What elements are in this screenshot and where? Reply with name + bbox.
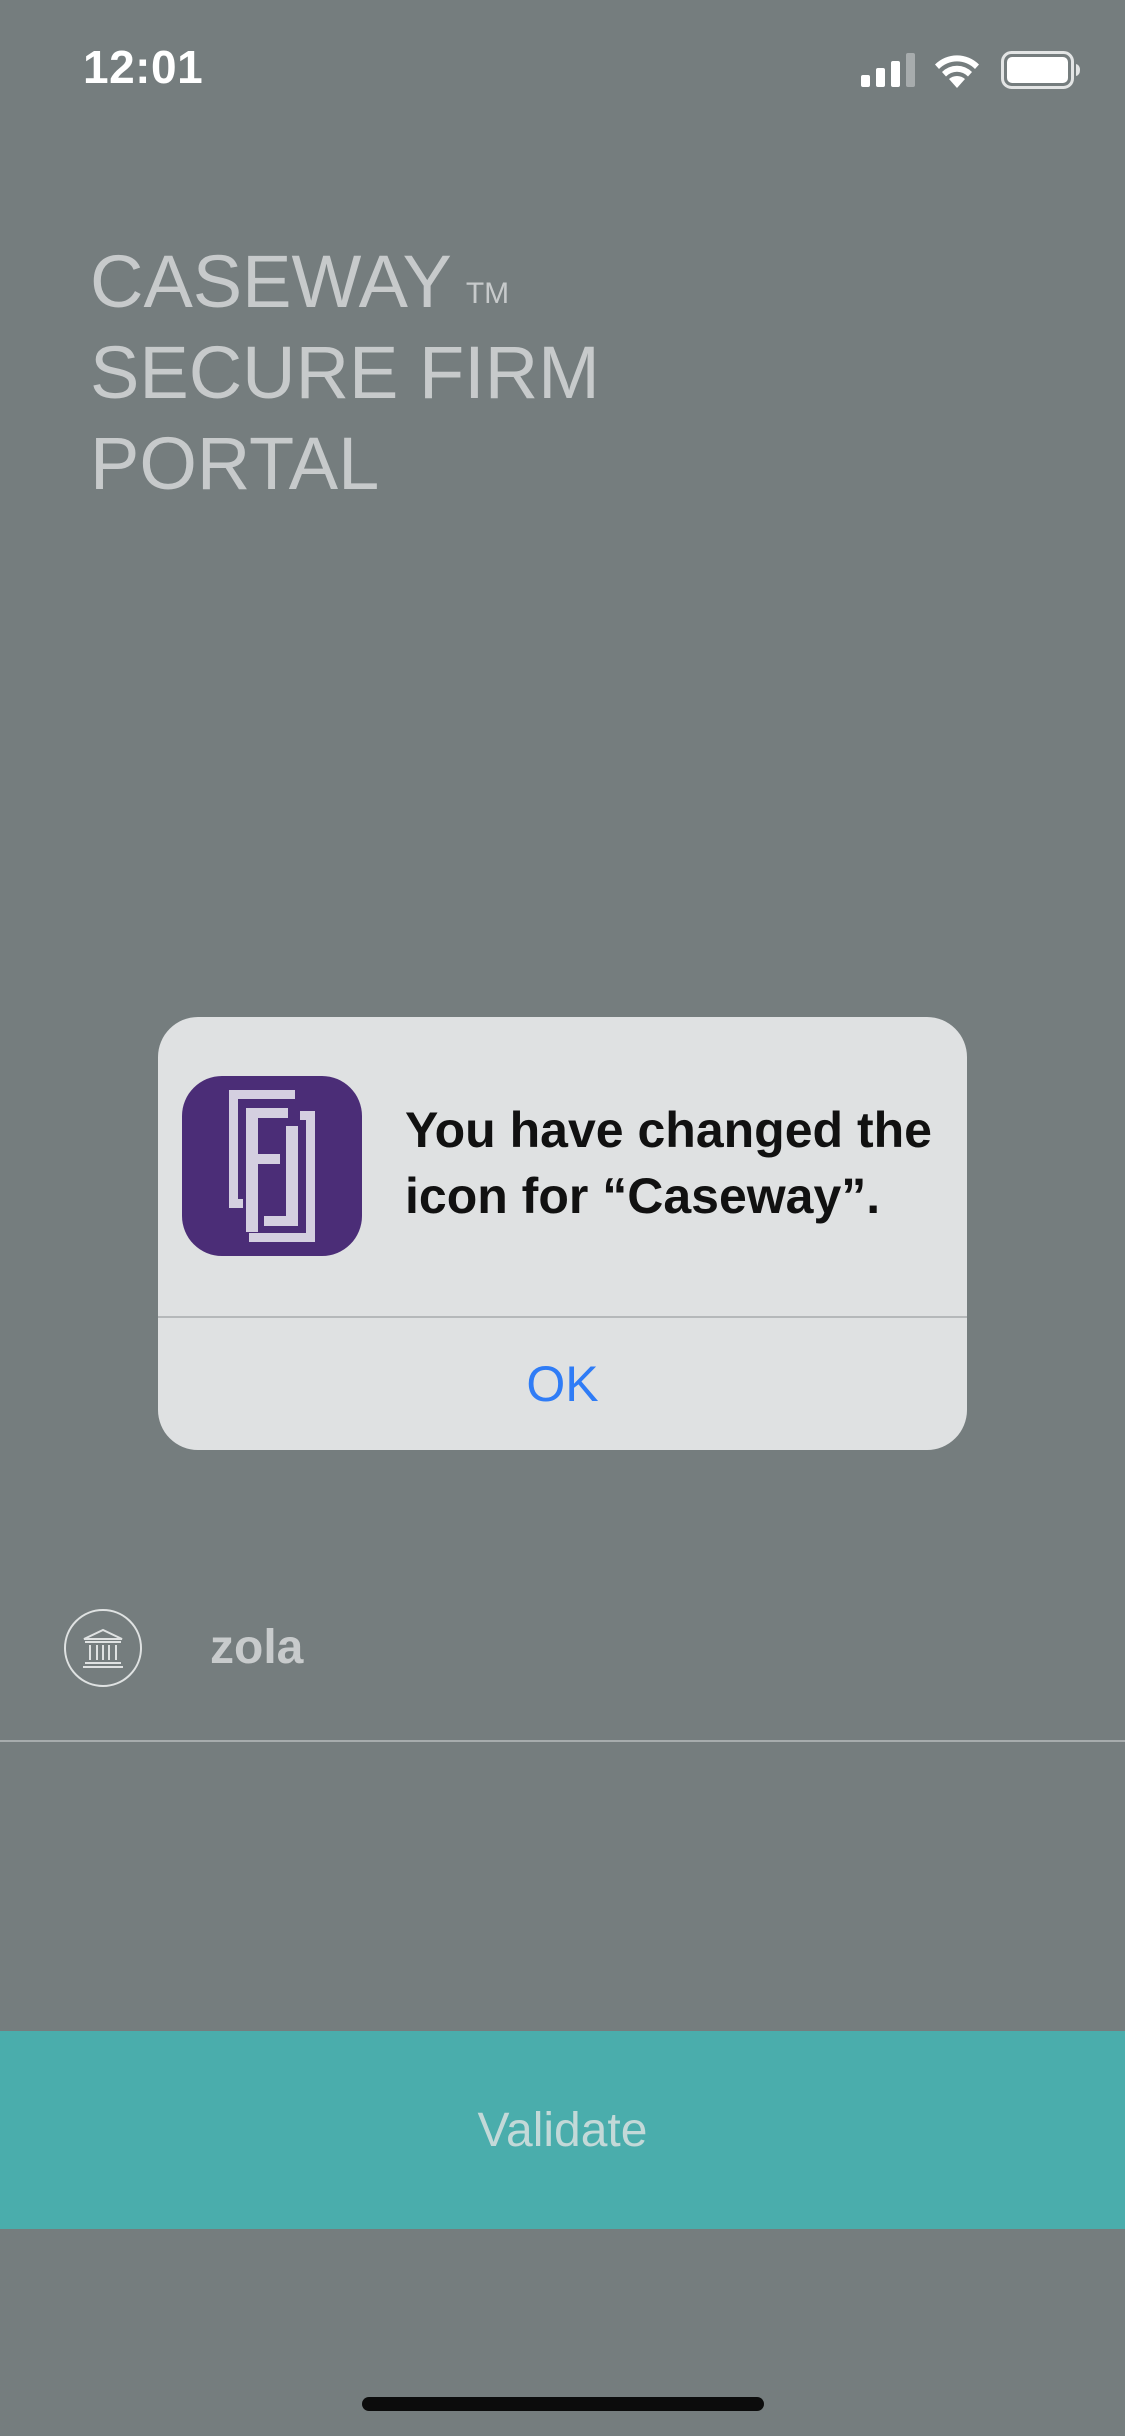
trademark-symbol: TM xyxy=(465,277,510,310)
title-caseway: CASEWAY xyxy=(90,240,452,323)
validate-button[interactable]: Validate xyxy=(0,2031,1125,2229)
status-icons xyxy=(861,50,1081,90)
ok-button[interactable]: OK xyxy=(158,1318,967,1450)
battery-icon xyxy=(1001,51,1080,89)
icon-changed-alert: You have changed the icon for “Caseway”.… xyxy=(158,1017,967,1450)
title-line-1: CASEWAY TM xyxy=(90,236,600,327)
alert-message: You have changed the icon for “Caseway”. xyxy=(405,1102,932,1224)
bank-icon xyxy=(64,1609,142,1687)
home-indicator[interactable] xyxy=(362,2397,764,2411)
page-title: CASEWAY TM SECURE FIRM PORTAL xyxy=(90,236,600,509)
caseway-app-icon xyxy=(182,1076,362,1256)
title-line-2: SECURE FIRM xyxy=(90,331,600,414)
signal-icon xyxy=(861,53,915,87)
caseway-logo-icon xyxy=(229,1090,315,1242)
firm-divider xyxy=(0,1740,1125,1742)
status-time: 12:01 xyxy=(83,41,204,93)
bank-building-icon xyxy=(83,1628,123,1668)
firm-name: zola xyxy=(210,1621,304,1674)
title-line-3: PORTAL xyxy=(90,422,380,505)
wifi-icon xyxy=(935,55,979,88)
